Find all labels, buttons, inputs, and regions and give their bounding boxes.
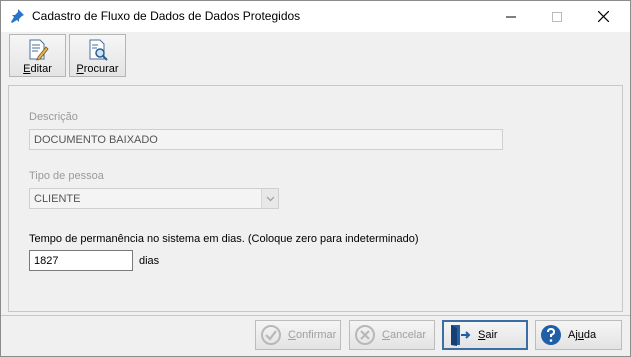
check-circle-icon xyxy=(261,325,281,345)
sair-label: Sair xyxy=(478,329,498,341)
form-panel: Descrição DOCUMENTO BAIXADO Tipo de pess… xyxy=(8,85,623,312)
confirmar-button[interactable]: Confirmar xyxy=(255,320,341,350)
descricao-field[interactable]: DOCUMENTO BAIXADO xyxy=(29,129,503,150)
button-bar: Confirmar Cancelar Sair Ajuda xyxy=(1,315,630,356)
pin-icon xyxy=(9,8,25,24)
tipo-pessoa-label: Tipo de pessoa xyxy=(29,170,104,182)
edit-document-icon xyxy=(29,39,49,61)
sair-button[interactable]: Sair xyxy=(442,320,528,350)
cancelar-button[interactable]: Cancelar xyxy=(349,320,435,350)
minimize-button[interactable] xyxy=(488,1,534,32)
x-circle-icon xyxy=(355,325,375,345)
exit-door-icon xyxy=(451,325,471,346)
tipo-pessoa-value: CLIENTE xyxy=(34,193,81,205)
close-button[interactable] xyxy=(580,1,626,32)
search-document-icon xyxy=(89,39,108,61)
editar-button[interactable]: Editar xyxy=(9,34,66,77)
close-icon xyxy=(597,11,609,22)
confirmar-label: Confirmar xyxy=(288,329,337,341)
dias-label: dias xyxy=(139,255,160,267)
chevron-down-icon[interactable] xyxy=(261,189,278,208)
window-title: Cadastro de Fluxo de Dados de Dados Prot… xyxy=(32,9,301,23)
editar-label: Editar xyxy=(23,63,52,75)
tempo-label: Tempo de permanência no sistema em dias.… xyxy=(29,233,419,245)
cancelar-label: Cancelar xyxy=(382,329,427,341)
tempo-input[interactable]: 1827 xyxy=(29,250,133,271)
tipo-pessoa-select[interactable]: CLIENTE xyxy=(29,188,279,209)
toolbar: Editar Procurar xyxy=(1,32,630,79)
minimize-icon xyxy=(506,16,516,17)
help-icon xyxy=(541,325,561,345)
procurar-label: Procurar xyxy=(76,63,119,75)
descricao-label: Descrição xyxy=(29,111,78,123)
procurar-button[interactable]: Procurar xyxy=(69,34,126,77)
title-bar: Cadastro de Fluxo de Dados de Dados Prot… xyxy=(1,1,630,32)
maximize-button[interactable] xyxy=(534,1,580,32)
maximize-icon xyxy=(552,11,562,22)
ajuda-label: Ajuda xyxy=(568,329,597,341)
ajuda-button[interactable]: Ajuda xyxy=(535,320,622,350)
main-window: Cadastro de Fluxo de Dados de Dados Prot… xyxy=(0,0,631,357)
